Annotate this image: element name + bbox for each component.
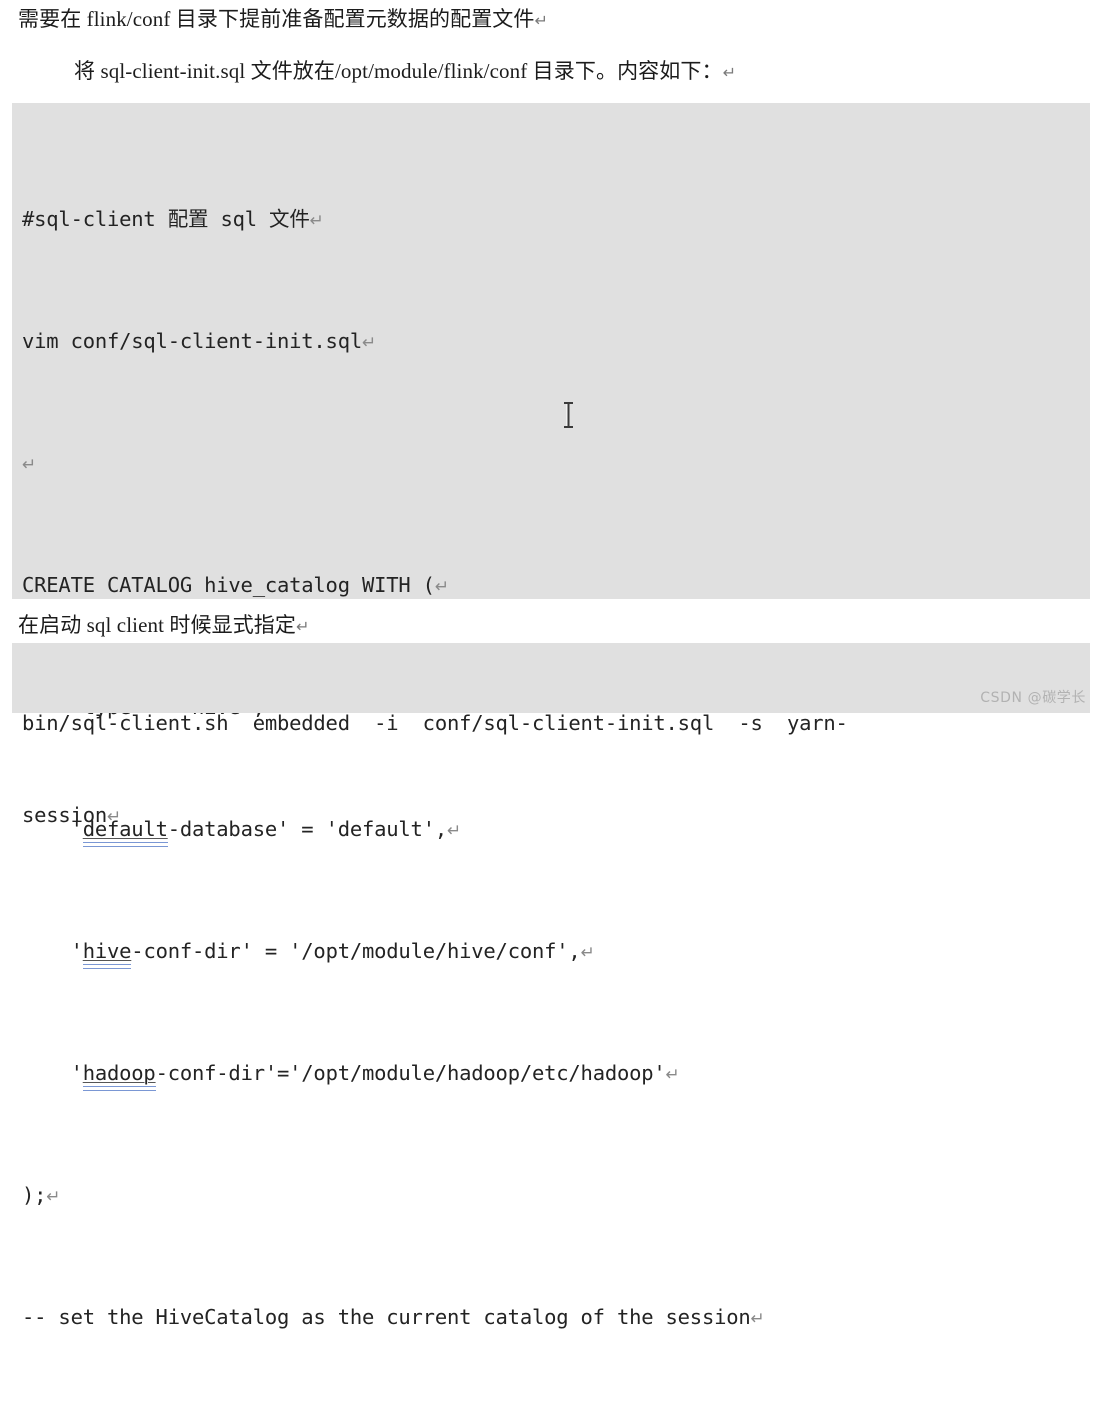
code-line: CREATE CATALOG hive_catalog WITH (↵ (22, 570, 1090, 601)
code-line-text: vim conf/sql-client-init.sql (22, 329, 362, 353)
spellcheck-word: hive (83, 939, 132, 963)
code-line-text: -- set the HiveCatalog as the current ca… (22, 1305, 751, 1329)
paragraph-intro-text: 需要在 flink/conf 目录下提前准备配置元数据的配置文件 (18, 7, 535, 31)
paragraph-intro: 需要在 flink/conf 目录下提前准备配置元数据的配置文件↵ (18, 6, 548, 33)
code-line: );↵ (22, 1180, 1090, 1211)
code-line-suffix: -conf-dir' = '/opt/module/hive/conf', (131, 939, 580, 963)
paragraph-startup-text: 在启动 sql client 时候显式指定 (18, 613, 296, 637)
spellcheck-word: hadoop (83, 1061, 156, 1085)
code-line: ↵ (22, 448, 1090, 479)
return-mark-icon: ↵ (666, 1065, 680, 1085)
code-line: #sql-client 配置 sql 文件↵ (22, 204, 1090, 235)
return-mark-icon: ↵ (22, 455, 36, 475)
return-mark-icon: ↵ (535, 11, 549, 30)
code-line-prefix: ' (22, 1061, 83, 1085)
code-line-text: #sql-client 配置 sql 文件 (22, 207, 310, 231)
csdn-watermark: CSDN @碳学长 (980, 687, 1086, 707)
code-line: vim conf/sql-client-init.sql↵ (22, 326, 1090, 357)
code-line: 'hive-conf-dir' = '/opt/module/hive/conf… (22, 936, 1090, 967)
code-block-launch-command[interactable]: bin/sql-client.sh embedded -i conf/sql-c… (12, 643, 1090, 713)
code-line: 'hadoop-conf-dir'='/opt/module/hadoop/et… (22, 1058, 1090, 1089)
return-mark-icon: ↵ (310, 211, 324, 231)
code-line-prefix: ' (22, 939, 83, 963)
return-mark-icon: ↵ (296, 617, 310, 636)
code-line-text: session (22, 803, 107, 827)
code-line: session↵ (22, 800, 1090, 831)
return-mark-icon: ↵ (751, 1309, 765, 1329)
code-line-text: CREATE CATALOG hive_catalog WITH ( (22, 573, 435, 597)
return-mark-icon: ↵ (107, 807, 121, 827)
paragraph-place-file: 将 sql-client-init.sql 文件放在/opt/module/fl… (74, 58, 736, 85)
return-mark-icon: ↵ (581, 943, 595, 963)
code-block-sql-client-init[interactable]: #sql-client 配置 sql 文件↵ vim conf/sql-clie… (12, 103, 1090, 599)
code-line: -- set the HiveCatalog as the current ca… (22, 1302, 1090, 1333)
code-line: USE CATALOG hive_catalog;↵ (22, 1424, 1090, 1426)
return-mark-icon: ↵ (46, 1187, 60, 1207)
return-mark-icon: ↵ (362, 333, 376, 353)
code-line-suffix: -conf-dir'='/opt/module/hadoop/etc/hadoo… (156, 1061, 666, 1085)
return-mark-icon: ↵ (435, 577, 449, 597)
code-line-text: ); (22, 1183, 46, 1207)
return-mark-icon: ↵ (723, 63, 737, 82)
code-line-text: bin/sql-client.sh embedded -i conf/sql-c… (22, 711, 848, 735)
paragraph-startup: 在启动 sql client 时候显式指定↵ (18, 612, 310, 639)
paragraph-place-file-text: 将 sql-client-init.sql 文件放在/opt/module/fl… (74, 59, 723, 83)
